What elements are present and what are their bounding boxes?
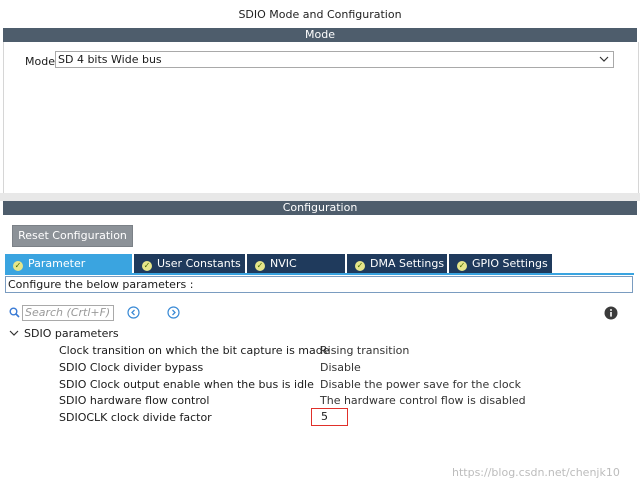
tab-user-constants[interactable]: ✓ User Constants — [134, 254, 246, 273]
reset-configuration-button[interactable]: Reset Configuration — [12, 225, 133, 247]
check-circle-icon: ✓ — [142, 261, 152, 271]
param-name: SDIOCLK clock divide factor — [59, 411, 212, 424]
mode-section-header: Mode — [3, 28, 637, 42]
param-name: SDIO Clock output enable when the bus is… — [59, 378, 314, 391]
tab-dma-settings[interactable]: ✓ DMA Settings — [347, 254, 448, 273]
tab-nvic-settings[interactable]: ✓ NVIC Settings — [247, 254, 346, 289]
check-circle-icon: ✓ — [13, 261, 23, 271]
param-value[interactable]: Disable the power save for the clock — [320, 378, 521, 391]
chevron-down-icon[interactable] — [599, 52, 609, 72]
search-input[interactable]: Search (Crtl+F) — [22, 305, 114, 321]
mode-panel: Mode SD 4 bits Wide bus — [3, 42, 639, 193]
param-name: Clock transition on which the bit captur… — [59, 344, 330, 357]
tab-gpio-settings[interactable]: ✓ GPIO Settings — [449, 254, 553, 273]
param-name: SDIO Clock divider bypass — [59, 361, 204, 374]
tree-collapse-icon[interactable] — [9, 328, 19, 341]
section-divider — [0, 193, 640, 201]
window-title: SDIO Mode and Configuration — [0, 0, 640, 27]
watermark: https://blog.csdn.net/chenjk10 — [452, 466, 620, 479]
check-circle-icon: ✓ — [457, 261, 467, 271]
mode-select-value: SD 4 bits Wide bus — [58, 53, 162, 66]
check-circle-icon: ✓ — [355, 261, 365, 271]
tab-underline — [5, 273, 634, 275]
group-label-sdio-parameters: SDIO parameters — [24, 327, 119, 340]
config-section-header: Configuration — [3, 201, 637, 215]
param-value[interactable]: The hardware control flow is disabled — [320, 394, 526, 407]
check-circle-icon: ✓ — [255, 261, 265, 271]
tab-parameter-settings[interactable]: ✓ Parameter Settings — [5, 254, 133, 289]
arrow-right-circle-icon[interactable] — [167, 306, 180, 319]
arrow-left-circle-icon[interactable] — [127, 306, 140, 319]
param-value[interactable]: Disable — [320, 361, 361, 374]
param-name: SDIO hardware flow control — [59, 394, 210, 407]
clock-divide-factor-input[interactable]: 5 — [311, 408, 348, 426]
search-icon — [9, 307, 20, 318]
param-value[interactable]: Rising transition — [320, 344, 409, 357]
mode-select[interactable]: SD 4 bits Wide bus — [55, 51, 614, 68]
info-icon[interactable] — [604, 306, 618, 320]
configure-description: Configure the below parameters : — [5, 276, 633, 293]
mode-label: Mode — [25, 55, 55, 68]
